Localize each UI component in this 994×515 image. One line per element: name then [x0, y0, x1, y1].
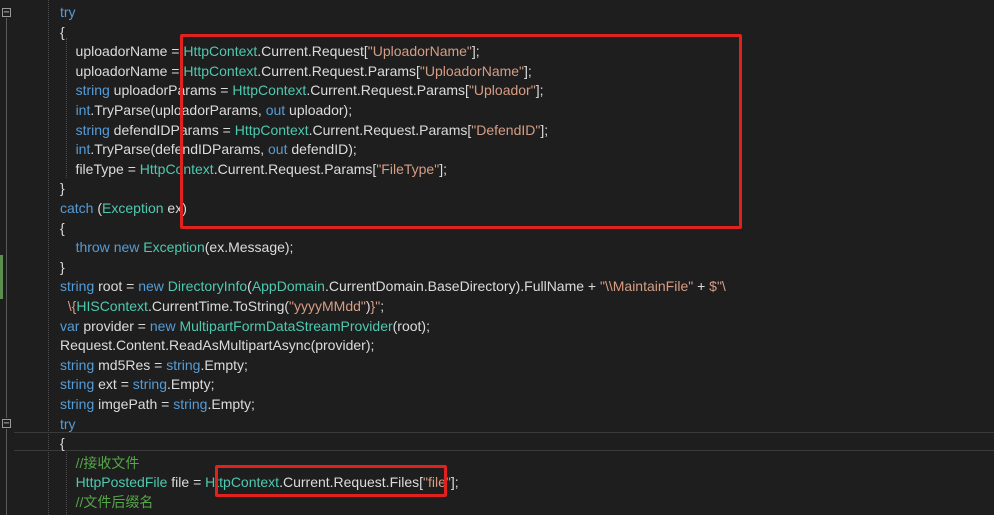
code-line[interactable]: {	[60, 219, 65, 238]
code-line[interactable]: //接收文件	[60, 454, 140, 473]
code-token: string	[60, 376, 95, 393]
code-line[interactable]: {	[60, 434, 65, 453]
code-token: MultipartFormDataStreamProvider	[179, 317, 393, 334]
code-editor[interactable]: try{ uploadorName = HttpContext.Current.…	[0, 0, 994, 515]
code-token: Exception	[143, 239, 205, 256]
code-token: +	[693, 278, 710, 295]
code-token: var	[60, 317, 80, 334]
fold-line	[6, 18, 7, 418]
code-line[interactable]: //文件后缀名	[60, 493, 154, 512]
code-line[interactable]: try	[60, 3, 76, 22]
code-token: try	[60, 4, 76, 20]
code-token: {	[60, 435, 65, 452]
code-token: imgePath =	[94, 396, 174, 412]
code-token: "\\MaintainFile"	[600, 278, 694, 295]
code-token: (root);	[392, 317, 430, 334]
code-line[interactable]: }	[60, 258, 65, 277]
code-token: (ex.Message);	[204, 239, 294, 256]
code-token: string	[75, 82, 110, 99]
code-line[interactable]: var provider = new MultipartFormDataStre…	[60, 317, 430, 336]
editor-gutter	[0, 0, 14, 515]
code-token: new	[113, 239, 140, 256]
code-token: uploadorName =	[60, 62, 184, 79]
fold-toggle-icon[interactable]	[2, 419, 11, 428]
code-token: HttpPostedFile	[75, 474, 168, 491]
current-line-highlight	[14, 432, 994, 451]
code-token: string	[166, 356, 201, 373]
code-token: .CurrentTime.ToString(	[147, 298, 290, 314]
code-token: string	[75, 121, 110, 138]
code-token: new	[149, 317, 176, 334]
code-token: DirectoryInfo	[167, 278, 248, 295]
code-token: string	[60, 396, 95, 412]
code-token: int	[75, 102, 91, 118]
code-token: //文件后缀名	[75, 494, 154, 510]
code-token: string	[60, 356, 95, 373]
fold-toggle-icon[interactable]	[2, 8, 11, 17]
change-indicator	[0, 255, 3, 299]
code-token: new	[138, 278, 164, 295]
code-line[interactable]: string root = new DirectoryInfo(AppDomai…	[60, 277, 726, 296]
code-line[interactable]: string ext = string.Empty;	[60, 375, 214, 394]
code-token: catch	[60, 200, 94, 216]
code-token: HISContext	[76, 298, 148, 314]
code-token: .Empty;	[207, 396, 255, 412]
code-token: {	[60, 23, 65, 40]
code-line[interactable]: throw new Exception(ex.Message);	[60, 238, 294, 257]
code-token: ];	[450, 474, 459, 491]
code-token: string	[60, 278, 95, 295]
code-token: ;	[380, 298, 385, 314]
code-token: "yyyyMMdd"	[289, 298, 366, 314]
code-token: root =	[94, 278, 139, 295]
annotation-box	[215, 465, 447, 497]
code-token: provider =	[79, 317, 150, 334]
code-token: Request.Content.ReadAsMultipartAsync(pro…	[60, 337, 375, 354]
code-token: {	[60, 219, 65, 236]
code-token: (	[93, 200, 103, 216]
code-token: //接收文件	[75, 454, 140, 471]
code-token: .Empty;	[167, 376, 215, 393]
code-token: string	[132, 376, 167, 393]
code-token: file =	[167, 474, 206, 491]
code-token: string	[173, 396, 208, 412]
code-token: Exception	[102, 200, 164, 216]
code-token: ext =	[94, 376, 133, 393]
code-token: \{	[60, 298, 77, 314]
code-token: $"\	[709, 278, 726, 295]
fold-line	[6, 429, 7, 515]
code-token: uploadorName =	[60, 43, 184, 60]
code-token: }	[60, 180, 65, 197]
code-token: throw	[75, 239, 110, 256]
annotation-box	[180, 34, 742, 229]
code-line[interactable]: catch (Exception ex)	[60, 199, 187, 218]
code-line[interactable]: }	[60, 179, 65, 198]
code-line[interactable]: string imgePath = string.Empty;	[60, 395, 255, 414]
code-token: try	[60, 415, 76, 432]
code-line[interactable]: try	[60, 415, 76, 434]
code-line[interactable]: \{HISContext.CurrentTime.ToString("yyyyM…	[60, 297, 384, 316]
code-token: fileType =	[60, 160, 140, 177]
code-token: AppDomain	[251, 278, 325, 295]
code-token: .CurrentDomain.BaseDirectory).FullName +	[324, 278, 600, 295]
code-token: md5Res =	[94, 356, 167, 373]
code-token: .Empty;	[200, 356, 248, 373]
code-token: }"	[370, 298, 381, 314]
code-line[interactable]: string md5Res = string.Empty;	[60, 356, 248, 375]
code-line[interactable]: {	[60, 23, 65, 42]
code-line[interactable]: Request.Content.ReadAsMultipartAsync(pro…	[60, 336, 374, 355]
code-token: }	[60, 258, 65, 275]
code-token: int	[75, 141, 91, 158]
